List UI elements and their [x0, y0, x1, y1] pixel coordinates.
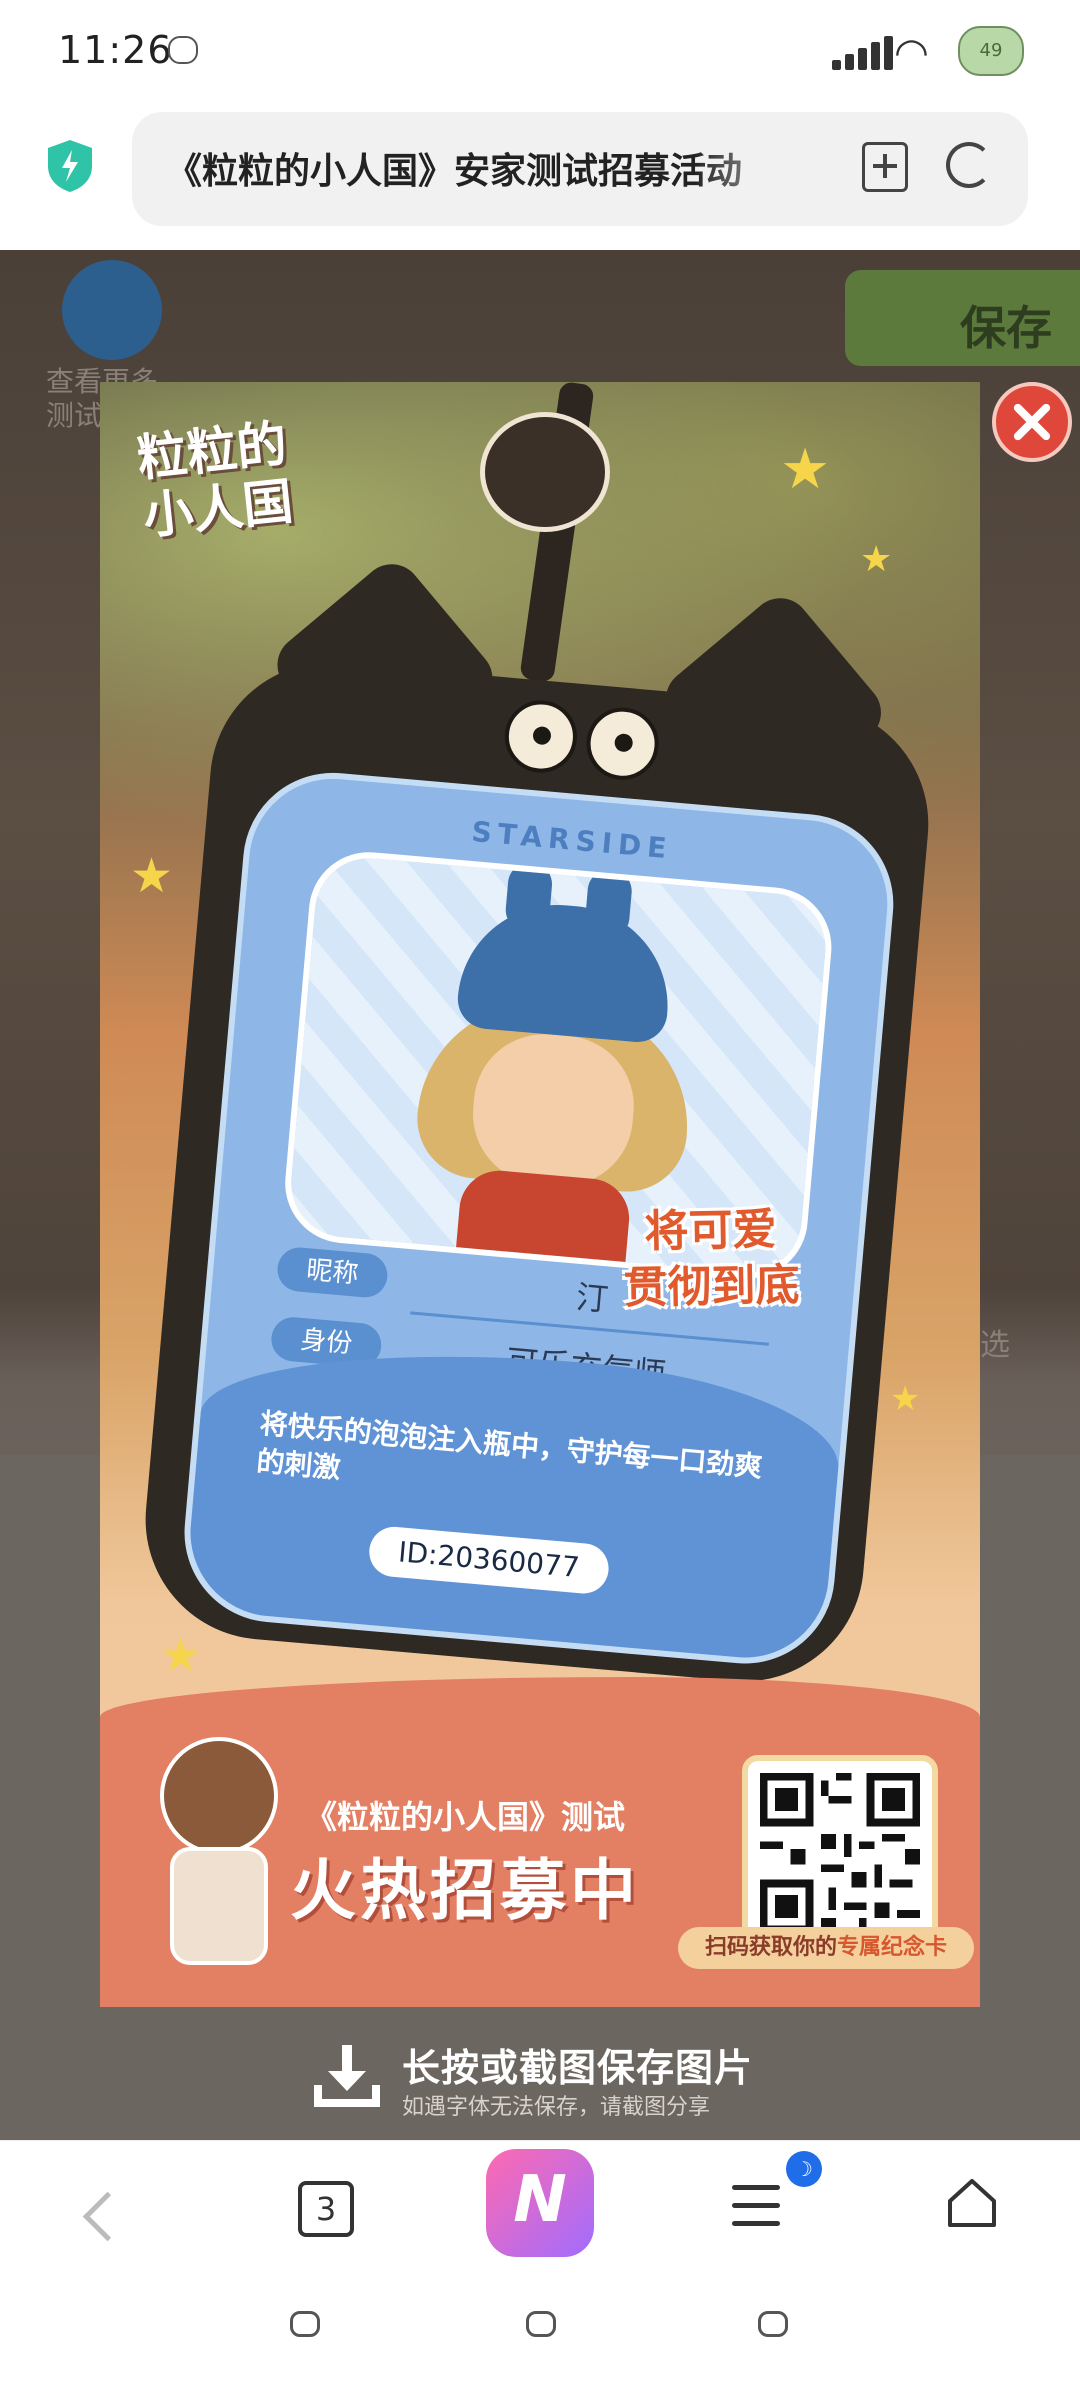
character-hat — [455, 896, 676, 1045]
tabs-button[interactable]: 3 — [298, 2181, 354, 2237]
star-icon: ★ — [780, 437, 831, 502]
share-poster[interactable]: 粒粒的 小人国 ★ ★ ★ ★ ★ STARSIDE 将可爱 贯彻到底 昵称 汀… — [100, 382, 980, 2007]
save-hint[interactable]: 长按或截图保存图片 如遇字体无法保存，请截图分享 — [0, 2007, 1080, 2140]
save-hint-title: 长按或截图保存图片 — [402, 2046, 754, 2090]
add-bookmark-icon[interactable] — [862, 142, 908, 192]
battery-level: 49 — [979, 40, 1003, 61]
mascot-illustration — [140, 1737, 290, 1967]
recruit-banner: 《粒粒的小人国》测试 火热招募中 扫码获取你的专属纪念卡 — [100, 1677, 980, 2007]
status-bar: 11:26 ◠ 49 — [0, 0, 1080, 100]
gesture-icon[interactable] — [290, 2311, 320, 2337]
browser-header: 《粒粒的小人国》安家测试招募活动 — [0, 100, 1080, 250]
menu-icon[interactable] — [732, 2185, 780, 2227]
status-time: 11:26 — [58, 28, 173, 72]
browser-nav-bar: 3 ☽ — [0, 2140, 1080, 2402]
star-icon: ★ — [860, 539, 893, 580]
tag-card: STARSIDE 将可爱 贯彻到底 昵称 汀 身份 可乐充气师 将快乐的泡泡注入… — [177, 765, 901, 1672]
recruit-subtitle: 《粒粒的小人国》测试 — [305, 1798, 626, 1836]
cat-badge — [480, 412, 610, 532]
signal-icon — [832, 36, 893, 70]
home-icon[interactable] — [946, 2177, 998, 2229]
qr-caption-prefix: 扫码获取你的 — [704, 1935, 837, 1960]
download-icon — [314, 2045, 380, 2107]
star-icon: ★ — [890, 1379, 921, 1419]
game-logo: 粒粒的 小人国 — [134, 414, 296, 546]
name-tag: STARSIDE 将可爱 贯彻到底 昵称 汀 身份 可乐充气师 将快乐的泡泡注入… — [135, 551, 946, 1702]
background-right-text: 选 — [980, 1328, 1010, 1363]
qr-caption: 扫码获取你的专属纪念卡 — [678, 1927, 974, 1969]
page-title[interactable]: 《粒粒的小人国》安家测试招募活动 — [166, 142, 826, 194]
address-bar[interactable]: 《粒粒的小人国》安家测试招募活动 — [132, 112, 1028, 226]
gesture-icon[interactable] — [526, 2311, 556, 2337]
gesture-icon[interactable] — [758, 2311, 788, 2337]
ai-assistant-button[interactable] — [486, 2149, 594, 2257]
background-save-label: 保存 — [960, 301, 1052, 355]
back-icon[interactable] — [82, 2191, 133, 2242]
menu-badge: ☽ — [786, 2151, 822, 2187]
more-tests-icon — [62, 260, 162, 360]
gesture-bar — [0, 2311, 1080, 2351]
reload-icon[interactable] — [946, 142, 992, 188]
qr-code[interactable] — [742, 1755, 938, 1951]
qr-code-image — [760, 1773, 920, 1933]
nickname-label: 昵称 — [275, 1245, 390, 1300]
battery-icon: 49 — [958, 26, 1024, 76]
notification-icon — [168, 36, 198, 64]
recruit-title: 火热招募中 — [290, 1852, 640, 1929]
qr-caption-highlight: 专属纪念卡 — [837, 1935, 948, 1960]
shield-icon[interactable] — [44, 138, 96, 194]
save-hint-subtitle: 如遇字体无法保存，请截图分享 — [402, 2095, 711, 2120]
wifi-icon: ◠ — [894, 30, 929, 76]
close-button[interactable] — [992, 382, 1072, 462]
tag-eyes — [501, 697, 662, 783]
star-icon: ★ — [130, 848, 174, 904]
